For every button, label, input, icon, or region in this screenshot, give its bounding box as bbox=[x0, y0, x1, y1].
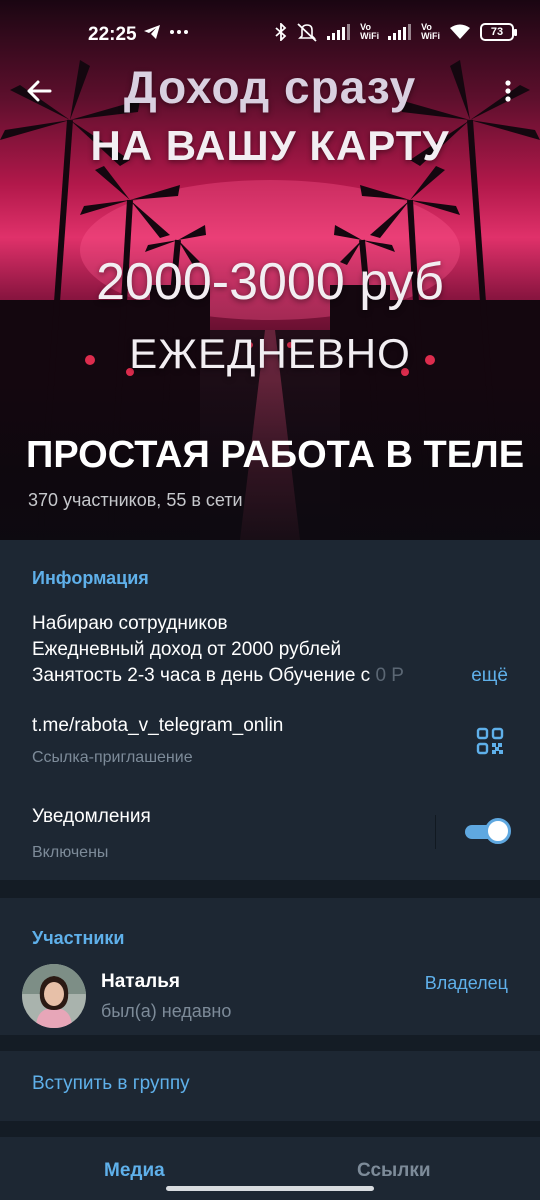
toggle-knob bbox=[485, 818, 511, 844]
telegram-icon bbox=[144, 25, 160, 39]
battery-icon: 73 bbox=[480, 23, 517, 41]
more-menu-button[interactable] bbox=[496, 74, 520, 108]
poster-line-3: 2000-3000 руб bbox=[96, 253, 444, 311]
poster-line-2: НА ВАШУ КАРТУ bbox=[90, 122, 450, 169]
member-photo bbox=[22, 964, 86, 1028]
group-title: ПРОСТАЯ РАБОТА В ТЕЛЕ bbox=[26, 434, 525, 476]
notifications-label: Уведомления bbox=[32, 806, 151, 827]
member-last-seen: был(а) недавно bbox=[101, 1001, 232, 1021]
mute-icon bbox=[297, 23, 317, 42]
avatar[interactable] bbox=[22, 964, 86, 1028]
invite-link-caption: Ссылка-приглашение bbox=[32, 749, 193, 766]
info-section bbox=[0, 540, 540, 880]
description-line: Набираю сотрудников bbox=[32, 613, 228, 634]
description-line: Ежедневный доход от 2000 рублей bbox=[32, 639, 342, 660]
signal-icon bbox=[388, 24, 412, 40]
qr-code-icon[interactable] bbox=[476, 727, 504, 755]
join-group-button[interactable]: Вступить в группу bbox=[32, 1073, 190, 1095]
members-section-title: Участники bbox=[32, 928, 125, 948]
member-role-badge: Владелец bbox=[424, 973, 508, 993]
members-section bbox=[0, 898, 540, 1035]
description-fade-text: 0 Р bbox=[375, 665, 404, 686]
group-member-count: 370 участников, 55 в сети bbox=[28, 490, 243, 510]
invite-link[interactable]: t.me/rabota_v_telegram_onlin bbox=[32, 715, 283, 737]
poster-line-4: ЕЖЕДНЕВНО bbox=[129, 330, 411, 377]
vowifi-indicator: Vo WiFi bbox=[421, 22, 440, 41]
group-cover-image: Доход сразу НА ВАШУ КАРТУ 2000-3000 руб … bbox=[0, 0, 540, 540]
notifications-status: Включены bbox=[32, 844, 109, 861]
show-more-link[interactable]: ещё bbox=[465, 663, 508, 689]
status-time: 22:25 bbox=[88, 24, 137, 45]
divider bbox=[435, 815, 436, 849]
vowifi-indicator: Vo WiFi bbox=[360, 22, 380, 41]
status-bar: 22:25 Vo WiFi Vo WiFi 73 bbox=[0, 0, 540, 70]
group-description[interactable]: Набираю сотрудников Ежедневный доход от … bbox=[32, 611, 512, 689]
home-indicator[interactable] bbox=[166, 1186, 374, 1191]
signal-icon bbox=[327, 24, 351, 40]
section-separator bbox=[0, 1035, 540, 1051]
section-separator bbox=[0, 1121, 540, 1137]
wifi-icon bbox=[450, 24, 470, 39]
more-dots-icon bbox=[170, 30, 188, 34]
notifications-toggle[interactable] bbox=[463, 818, 511, 846]
tab-media[interactable]: Медиа bbox=[104, 1160, 165, 1182]
description-line: Занятость 2-3 часа в день Обучение с 0 Р bbox=[32, 665, 404, 686]
section-separator bbox=[0, 880, 540, 898]
member-name[interactable]: Наталья bbox=[101, 971, 180, 993]
info-section-title: Информация bbox=[32, 568, 149, 588]
more-vertical-icon bbox=[505, 80, 511, 102]
arrow-left-icon bbox=[27, 80, 52, 102]
bluetooth-icon bbox=[275, 23, 287, 41]
back-button[interactable] bbox=[22, 74, 56, 108]
tab-links[interactable]: Ссылки bbox=[357, 1160, 431, 1182]
